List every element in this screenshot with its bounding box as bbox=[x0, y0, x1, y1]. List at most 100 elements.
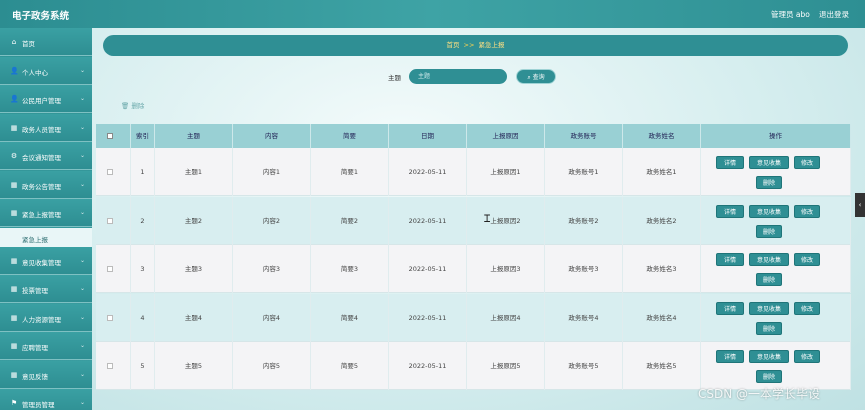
cell-topic: 主题1 bbox=[155, 148, 233, 196]
sidebar-item-6[interactable]: ▦ 紧急上报管理 ⌄ bbox=[0, 199, 92, 227]
cell-content: 内容2 bbox=[233, 196, 311, 245]
sidebar-item-7[interactable]: ▦ 意见收集管理 ⌄ bbox=[0, 246, 92, 275]
cell-date: 2022-05-11 bbox=[389, 245, 467, 293]
row-checkbox[interactable] bbox=[107, 363, 113, 369]
cell-reason: 上报原因3 bbox=[467, 245, 545, 293]
batch-delete-button[interactable]: 🗑 删除 bbox=[121, 100, 144, 110]
sidebar-item-5[interactable]: ▦ 政务公告管理 ⌄ bbox=[0, 170, 92, 199]
sidebar-item-1[interactable]: 👤 个人中心 ⌄ bbox=[0, 56, 92, 85]
edit-button[interactable]: 修改 bbox=[794, 301, 820, 315]
collect-button[interactable]: 意见收集 bbox=[749, 204, 789, 218]
column-header: 日期 bbox=[389, 124, 467, 148]
top-header: 电子政务系统 管理员 abo 退出登录 bbox=[0, 0, 865, 28]
cell-index: 3 bbox=[131, 245, 155, 293]
detail-button[interactable]: 详情 bbox=[716, 301, 744, 315]
row-select-cell bbox=[96, 196, 131, 245]
gear-icon: ⚙ bbox=[10, 152, 18, 160]
actions-cell: 详情 意见收集 修改 删除 bbox=[701, 342, 851, 390]
batch-delete-label: 删除 bbox=[131, 102, 145, 110]
sidebar-item-label: 紧急上报管理 bbox=[22, 211, 61, 219]
grid-icon: ▦ bbox=[10, 180, 18, 189]
sidebar-item-10[interactable]: ▦ 应聘管理 ⌄ bbox=[0, 332, 92, 360]
row-checkbox[interactable] bbox=[107, 314, 113, 321]
sidebar-item-label: 个人中心 bbox=[22, 68, 48, 77]
sidebar-item-2[interactable]: 👤 公民用户管理 ⌄ bbox=[0, 85, 92, 113]
user-icon: 👤 bbox=[10, 95, 19, 103]
breadcrumb-home[interactable]: 首页 bbox=[447, 41, 460, 49]
search-button[interactable]: ⌕ 查询 bbox=[516, 69, 556, 84]
chevron-down-icon: ⌄ bbox=[80, 95, 86, 102]
select-all-checkbox[interactable] bbox=[107, 133, 113, 139]
search-button-label: 查询 bbox=[532, 74, 545, 81]
sidebar-item-4[interactable]: ⚙ 会议通知管理 ⌄ bbox=[0, 142, 92, 170]
collect-button[interactable]: 意见收集 bbox=[749, 350, 789, 363]
chevron-down-icon: ⌄ bbox=[80, 285, 86, 292]
delete-button[interactable]: 删除 bbox=[756, 176, 782, 189]
sidebar-item-3[interactable]: ▦ 政务人员管理 ⌄ bbox=[0, 113, 92, 142]
watermark: CSDN @一本学长毕设 bbox=[698, 387, 821, 401]
row-checkbox[interactable] bbox=[107, 217, 113, 224]
cell-index: 2 bbox=[131, 196, 155, 245]
row-select-cell bbox=[96, 342, 131, 390]
sidebar-item-label: 意见反馈 bbox=[22, 372, 48, 381]
delete-button[interactable]: 删除 bbox=[756, 273, 782, 286]
cell-date: 2022-05-11 bbox=[389, 342, 467, 390]
column-header: 操作 bbox=[701, 124, 851, 148]
detail-button[interactable]: 详情 bbox=[716, 253, 744, 266]
delete-button[interactable]: 删除 bbox=[756, 370, 782, 383]
cell-date: 2022-05-11 bbox=[389, 148, 467, 196]
edit-button[interactable]: 修改 bbox=[794, 204, 820, 218]
sidebar-item-11[interactable]: ▦ 意见反馈 ⌄ bbox=[0, 360, 92, 389]
sidebar-item-12[interactable]: ⚑ 管理员管理 ⌄ bbox=[0, 389, 92, 410]
edit-button[interactable]: 修改 bbox=[794, 350, 820, 363]
sidebar-item-label: 会议通知管理 bbox=[22, 154, 61, 162]
cell-content: 内容3 bbox=[233, 245, 311, 293]
sidebar-item-label: 投票管理 bbox=[22, 287, 48, 295]
chevron-down-icon: ⌄ bbox=[80, 152, 86, 159]
edit-button[interactable]: 修改 bbox=[794, 253, 820, 266]
row-select-cell bbox=[96, 148, 131, 196]
cell-reason: 上报原因5 bbox=[467, 342, 545, 390]
sidebar-item-9[interactable]: ▦ 人力资源管理 ⌄ bbox=[0, 303, 92, 332]
grid-icon: ▦ bbox=[10, 313, 18, 322]
collect-button[interactable]: 意见收集 bbox=[749, 253, 789, 266]
collect-button[interactable]: 意见收集 bbox=[749, 301, 789, 315]
breadcrumb: 首页 >> 紧急上报 bbox=[103, 35, 848, 56]
row-checkbox[interactable] bbox=[107, 169, 113, 175]
cell-account: 政务账号5 bbox=[545, 342, 623, 390]
grid-icon: ▦ bbox=[10, 370, 18, 379]
cell-name: 政务姓名3 bbox=[623, 245, 701, 293]
sidebar-item-label: 公民用户管理 bbox=[22, 97, 61, 105]
sidebar-item-0[interactable]: ⌂ 首页 bbox=[0, 28, 92, 56]
edit-button[interactable]: 修改 bbox=[794, 156, 820, 169]
table-row: 2 主题2 内容2 简要2 2022-05-11 上报原因2 政务账号2 政务姓名2 详情 意见收… bbox=[96, 196, 851, 245]
delete-button[interactable]: 删除 bbox=[756, 321, 782, 335]
sidebar-item-8[interactable]: ▦ 投票管理 ⌄ bbox=[0, 275, 92, 303]
delete-button[interactable]: 删除 bbox=[756, 224, 782, 238]
sidebar-subitem-active[interactable]: 紧急上报 bbox=[0, 227, 92, 247]
actions-cell: 详情 意见收集 修改 删除 bbox=[701, 148, 851, 196]
cell-topic: 主题4 bbox=[155, 293, 233, 342]
main-content: 首页>>紧急上报 主题 ⌕ 查询 🗑 删除 索引主题内容简要日期上报原因政务账号… bbox=[92, 28, 865, 410]
detail-button[interactable]: 详情 bbox=[716, 350, 744, 363]
logout-link[interactable]: 退出登录 bbox=[819, 9, 849, 20]
detail-button[interactable]: 详情 bbox=[716, 156, 744, 169]
column-header: 上报原因 bbox=[467, 124, 545, 148]
grid-icon: ▦ bbox=[10, 123, 18, 132]
row-select-cell bbox=[96, 293, 131, 342]
cell-index: 4 bbox=[131, 293, 155, 342]
row-checkbox[interactable] bbox=[107, 266, 113, 272]
search-input[interactable] bbox=[409, 69, 507, 84]
select-all-cell[interactable] bbox=[96, 124, 131, 148]
detail-button[interactable]: 详情 bbox=[716, 204, 744, 218]
cell-summary: 简要3 bbox=[311, 245, 389, 293]
cell-name: 政务姓名2 bbox=[623, 196, 701, 245]
chevron-down-icon: ⌄ bbox=[80, 342, 86, 349]
cell-name: 政务姓名5 bbox=[623, 342, 701, 390]
cell-account: 政务账号3 bbox=[545, 245, 623, 293]
collect-button[interactable]: 意见收集 bbox=[749, 156, 789, 169]
collapse-panel-button[interactable]: ‹ bbox=[855, 193, 865, 217]
sidebar-item-label: 人力资源管理 bbox=[22, 315, 61, 324]
data-table: 索引 主题 内容 简要 日期 上报原因 政务账号 政务姓名 操作 1 主题1 内容1 简要1 2022-… bbox=[96, 124, 851, 410]
actions-cell: 详情 意见收集 修改 删除 bbox=[701, 293, 851, 342]
